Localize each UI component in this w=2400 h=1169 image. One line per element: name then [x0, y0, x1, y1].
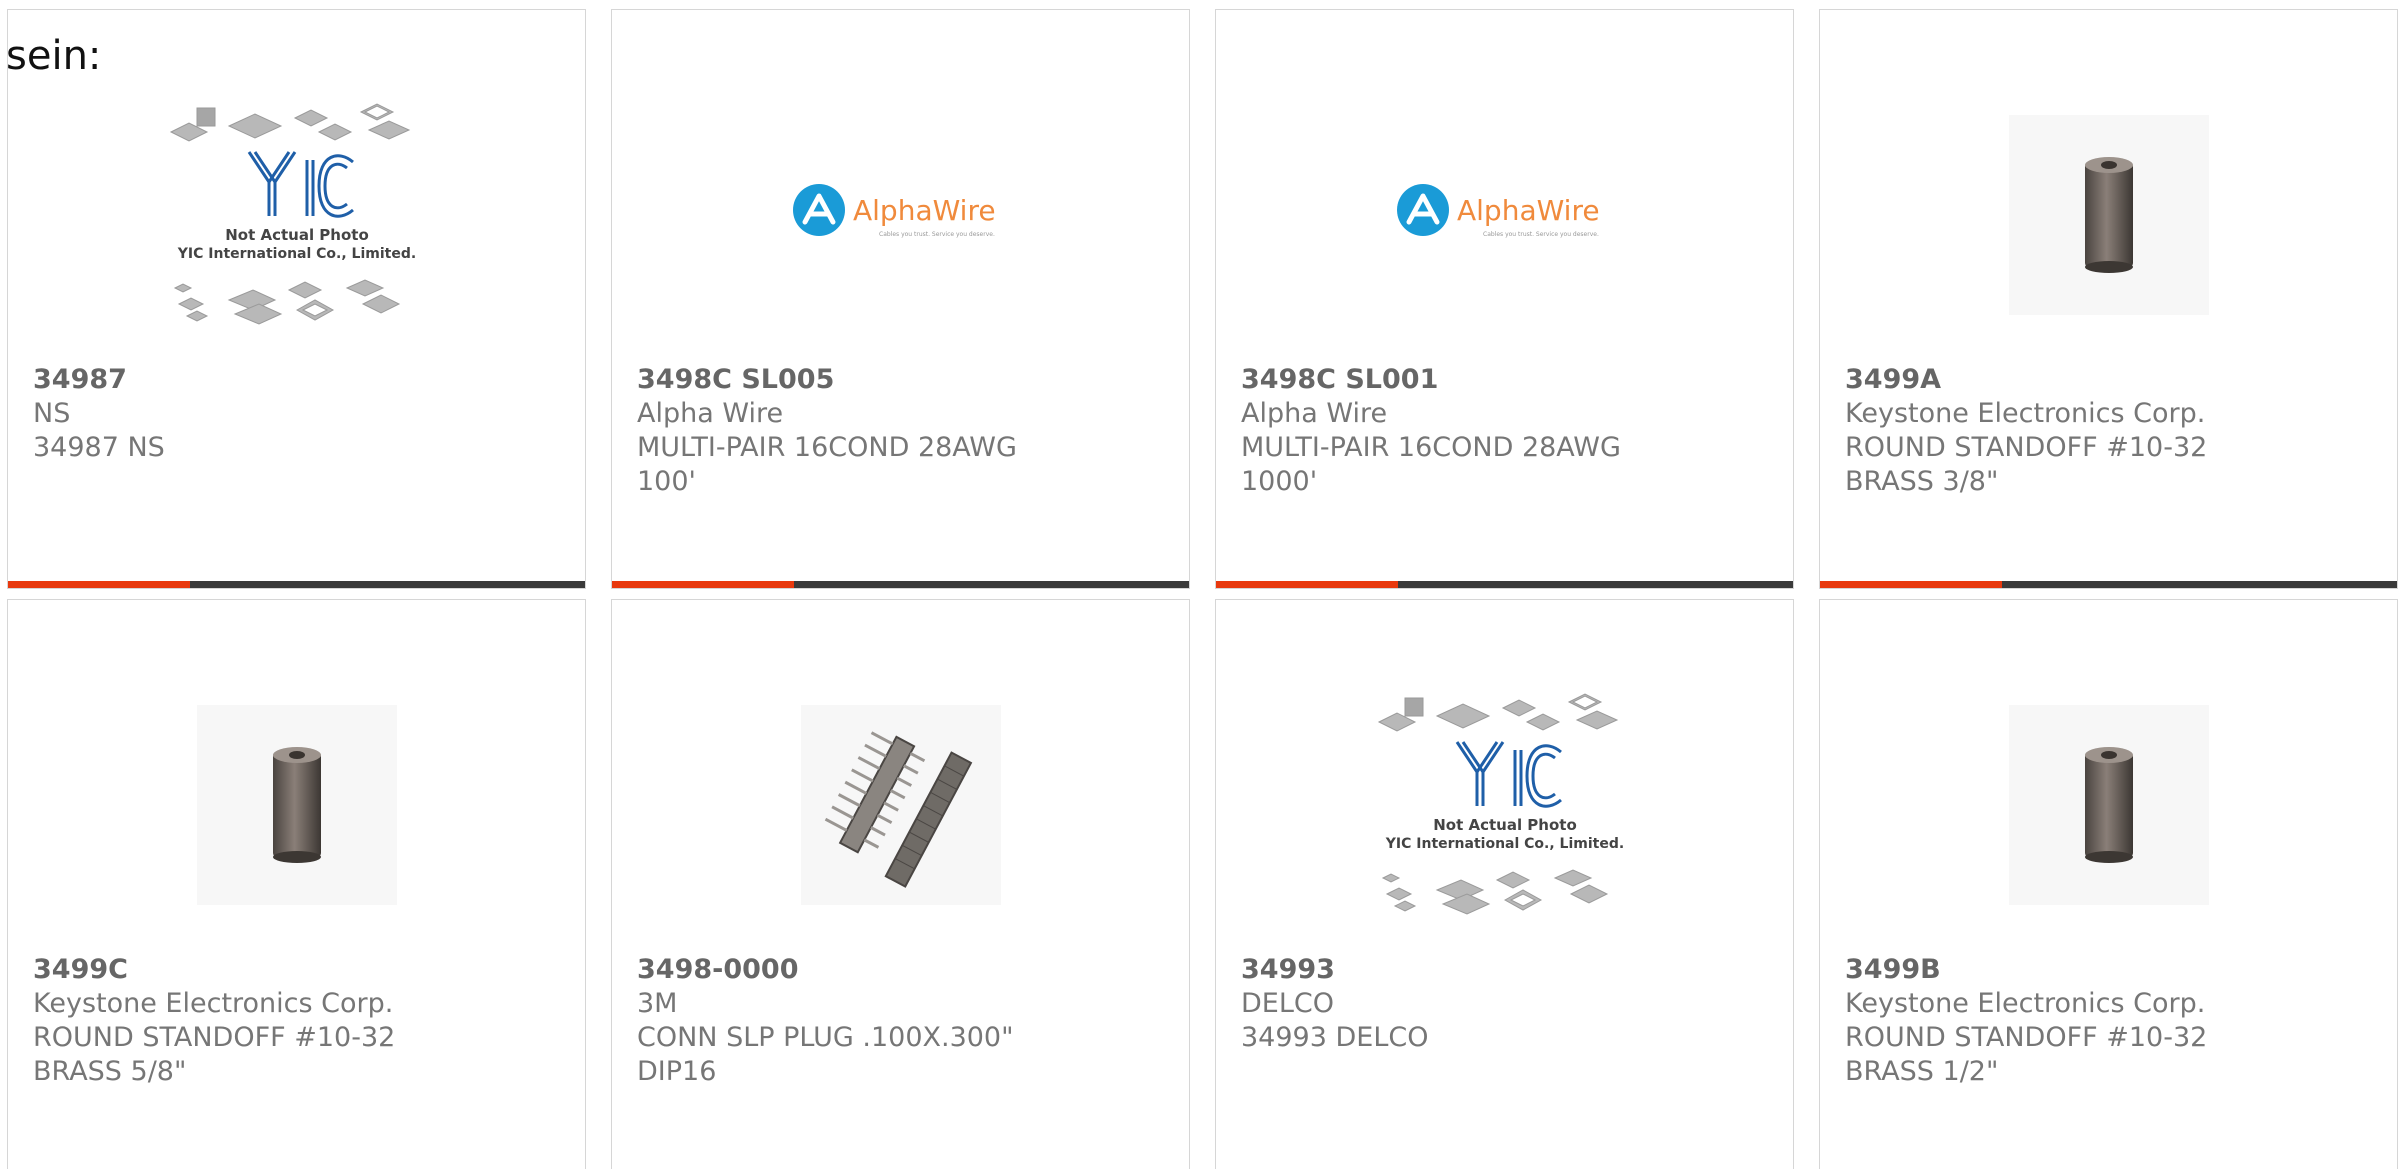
product-image-connector: [612, 670, 1189, 940]
manufacturer: DELCO: [1241, 988, 1334, 1019]
product-meta: 34993 DELCO 34993 DELCO: [1241, 953, 1773, 1055]
card-footer-accent: [612, 581, 794, 588]
lead-text: sein:: [6, 33, 102, 79]
product-meta: 34987 NS 34987 NS: [33, 363, 565, 465]
card-footer-bar: [1820, 581, 2397, 588]
product-card[interactable]: 3499A Keystone Electronics Corp. ROUND S…: [1819, 9, 2398, 589]
standoff-photo-icon: [2008, 115, 2209, 315]
product-meta: 3498C SL005 Alpha Wire MULTI-PAIR 16COND…: [637, 363, 1169, 499]
part-number[interactable]: 3498C SL005: [637, 363, 1169, 397]
manufacturer: Keystone Electronics Corp.: [1845, 988, 2206, 1019]
svg-text:YIC International Co., Limited: YIC International Co., Limited.: [176, 246, 415, 262]
card-footer-bar: [1216, 581, 1793, 588]
svg-text:Not Actual Photo: Not Actual Photo: [225, 226, 369, 244]
manufacturer: Alpha Wire: [1241, 398, 1388, 429]
product-card[interactable]: Not Actual Photo YIC International Co., …: [7, 9, 586, 589]
part-number[interactable]: 34987: [33, 363, 565, 397]
standoff-photo-icon: [2008, 705, 2209, 905]
product-image-yic-placeholder: Not Actual Photo YIC International Co., …: [8, 80, 585, 350]
svg-text:AlphaWire: AlphaWire: [1457, 194, 1600, 227]
connector-photo-icon: [800, 705, 1001, 905]
part-number[interactable]: 3499A: [1845, 363, 2377, 397]
product-meta: 3499A Keystone Electronics Corp. ROUND S…: [1845, 363, 2377, 499]
product-description: 34987 NS: [33, 432, 165, 463]
part-number[interactable]: 3498-0000: [637, 953, 1169, 987]
product-description: 34993 DELCO: [1241, 1022, 1429, 1053]
product-image-alphawire-logo: AlphaWire Cables you trust. Service you …: [612, 80, 1189, 350]
manufacturer: Keystone Electronics Corp.: [33, 988, 394, 1019]
svg-text:Not Actual Photo: Not Actual Photo: [1433, 816, 1577, 834]
manufacturer: NS: [33, 398, 71, 429]
product-meta: 3498C SL001 Alpha Wire MULTI-PAIR 16COND…: [1241, 363, 1773, 499]
part-number[interactable]: 3498C SL001: [1241, 363, 1773, 397]
card-footer-bar: [8, 581, 585, 588]
part-number[interactable]: 34993: [1241, 953, 1773, 987]
alphawire-logo-icon: AlphaWire Cables you trust. Service you …: [1396, 184, 1600, 238]
product-meta: 3499C Keystone Electronics Corp. ROUND S…: [33, 953, 565, 1089]
product-image-alphawire-logo: AlphaWire Cables you trust. Service you …: [1216, 80, 1793, 350]
product-description: ROUND STANDOFF #10-32 BRASS 5/8": [33, 1022, 396, 1087]
alphawire-logo-icon: AlphaWire Cables you trust. Service you …: [792, 184, 996, 238]
product-description: CONN SLP PLUG .100X.300" DIP16: [637, 1022, 1014, 1087]
part-number[interactable]: 3499B: [1845, 953, 2377, 987]
chip-assortment-icon: Not Actual Photo YIC International Co., …: [169, 103, 416, 325]
product-meta: 3498-0000 3M CONN SLP PLUG .100X.300" DI…: [637, 953, 1169, 1089]
product-description: MULTI-PAIR 16COND 28AWG 100': [637, 432, 1017, 497]
part-number[interactable]: 3499C: [33, 953, 565, 987]
svg-text:Cables you trust. Service you: Cables you trust. Service you deserve.: [879, 231, 995, 238]
card-footer-accent: [1820, 581, 2002, 588]
product-description: ROUND STANDOFF #10-32 BRASS 1/2": [1845, 1022, 2208, 1087]
card-footer-accent: [1216, 581, 1398, 588]
product-grid: Not Actual Photo YIC International Co., …: [0, 0, 2400, 1169]
chip-assortment-icon: Not Actual Photo YIC International Co., …: [1377, 693, 1624, 915]
manufacturer: Alpha Wire: [637, 398, 784, 429]
svg-text:YIC International Co., Limited: YIC International Co., Limited.: [1384, 836, 1623, 852]
product-image-standoff: [1820, 670, 2397, 940]
product-meta: 3499B Keystone Electronics Corp. ROUND S…: [1845, 953, 2377, 1089]
manufacturer: 3M: [637, 988, 678, 1019]
svg-text:Cables you trust. Service you: Cables you trust. Service you deserve.: [1483, 231, 1599, 238]
product-description: MULTI-PAIR 16COND 28AWG 1000': [1241, 432, 1621, 497]
card-footer-bar: [612, 581, 1189, 588]
product-image-standoff: [8, 670, 585, 940]
product-card[interactable]: AlphaWire Cables you trust. Service you …: [1215, 9, 1794, 589]
standoff-photo-icon: [196, 705, 397, 905]
product-description: ROUND STANDOFF #10-32 BRASS 3/8": [1845, 432, 2208, 497]
product-image-standoff: [1820, 80, 2397, 350]
product-card[interactable]: 3499C Keystone Electronics Corp. ROUND S…: [7, 599, 586, 1169]
card-footer-accent: [8, 581, 190, 588]
product-card[interactable]: 3499B Keystone Electronics Corp. ROUND S…: [1819, 599, 2398, 1169]
svg-text:AlphaWire: AlphaWire: [853, 194, 996, 227]
product-card[interactable]: Not Actual Photo YIC International Co., …: [1215, 599, 1794, 1169]
product-image-yic-placeholder: Not Actual Photo YIC International Co., …: [1216, 670, 1793, 940]
manufacturer: Keystone Electronics Corp.: [1845, 398, 2206, 429]
product-card[interactable]: 3498-0000 3M CONN SLP PLUG .100X.300" DI…: [611, 599, 1190, 1169]
product-card[interactable]: AlphaWire Cables you trust. Service you …: [611, 9, 1190, 589]
